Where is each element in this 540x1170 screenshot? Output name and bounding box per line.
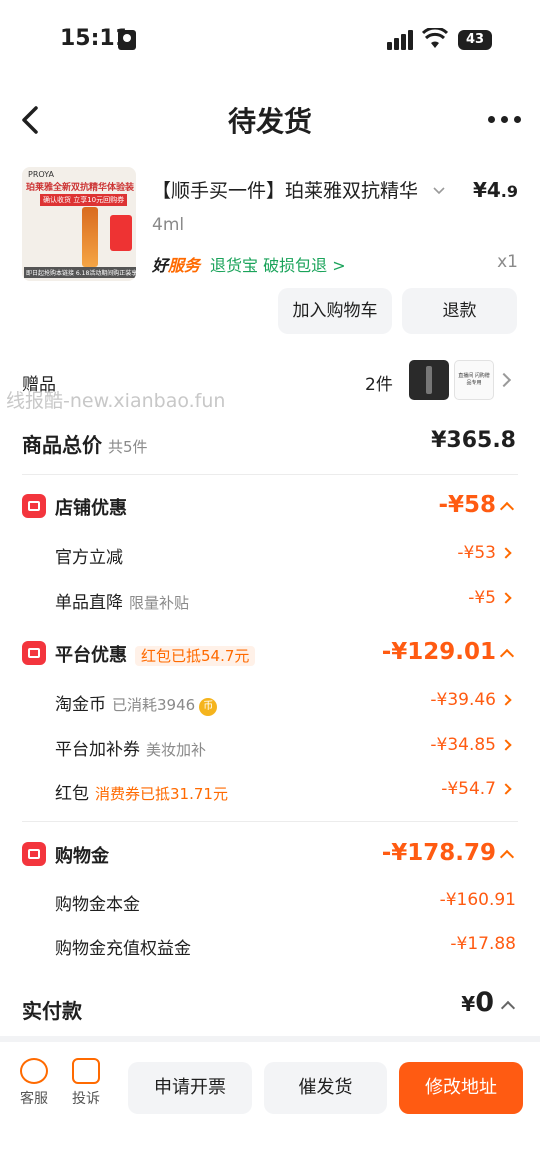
store-item-2-note: 限量补贴 (129, 594, 190, 612)
chevron-up-icon[interactable] (500, 1000, 516, 1016)
store-item-1-amount[interactable]: -¥53 (457, 543, 496, 563)
gold-item-1-label: 购物金本金 (55, 895, 140, 915)
platform-item-3-label: 红包 消费券已抵31.71元 (55, 784, 228, 804)
thumb-subline: 确认收货 立享10元回购券 (40, 194, 128, 206)
modify-address-button[interactable]: 修改地址 (399, 1062, 523, 1114)
price-symbol: ¥ (472, 178, 487, 202)
platform-item-2-label: 平台加补券 美妆加补 (55, 740, 207, 760)
battery-icon: 43 (458, 30, 492, 50)
product-price: ¥4.9 (473, 178, 518, 202)
thumb-tag: 即日起抢购本链接 6.18活动期间购正装享优惠 (24, 267, 136, 278)
shopping-gold-title: 购物金 (55, 846, 109, 867)
thumb-headline: 珀莱雅全新双抗精华体验装 (26, 183, 135, 193)
chevron-right-icon[interactable] (500, 592, 512, 604)
gold-item-2-label: 购物金充值权益金 (55, 939, 191, 959)
coupon-image (110, 215, 132, 251)
service-icon (20, 1058, 48, 1084)
platform-item-3-amount[interactable]: -¥54.7 (441, 779, 496, 799)
product-thumbnail[interactable]: PROYA 珀莱雅全新双抗精华体验装 确认收货 立享10元回购券 即日起抢购本链… (22, 167, 136, 281)
shopping-gold-amount[interactable]: -¥178.79 (382, 840, 496, 866)
platform-item-2-amount[interactable]: -¥34.85 (430, 735, 496, 755)
chevron-right-icon[interactable] (500, 783, 512, 795)
watermark: 线报酷-new.xianbao.fun (6, 390, 226, 412)
coin-icon: 币 (199, 698, 218, 716)
chevron-up-icon[interactable] (499, 501, 515, 517)
paid-symbol: ¥ (461, 992, 476, 1016)
chevron-down-icon[interactable] (432, 184, 446, 198)
service-label: 客服 (20, 1091, 48, 1107)
store-item-2-label: 单品直降 限量补贴 (55, 593, 190, 613)
store-icon (22, 494, 46, 518)
complaint-button[interactable]: 投诉 (66, 1058, 106, 1108)
platform-item-1-amount[interactable]: -¥39.46 (430, 690, 496, 710)
chevron-up-icon[interactable] (499, 648, 515, 664)
gift-count[interactable]: 2件 (365, 370, 393, 395)
paid-label: 实付款 (22, 999, 82, 1023)
status-bar: 15:11 43 (0, 0, 540, 80)
wallet-icon (22, 842, 46, 866)
refund-button[interactable]: 退款 (402, 288, 517, 334)
chevron-right-icon[interactable] (500, 547, 512, 559)
wifi-icon (422, 28, 448, 48)
signal-icon (387, 30, 415, 50)
good-service-logo: 好服务 (152, 256, 201, 275)
total-count: 共5件 (108, 438, 148, 456)
divider (22, 821, 518, 822)
urge-shipment-button[interactable]: 催发货 (264, 1062, 387, 1114)
gold-item-2-amount: -¥17.88 (450, 934, 516, 954)
platform-discount-amount[interactable]: -¥129.01 (382, 639, 496, 665)
product-quantity: x1 (497, 252, 518, 272)
chevron-right-icon[interactable] (500, 739, 512, 751)
thumb-brand: PROYA (28, 170, 54, 179)
price-dec: .9 (500, 182, 518, 201)
store-item-2-amount[interactable]: -¥5 (468, 588, 496, 608)
gift2-text: 直播间 闪购赠品专用 (458, 373, 490, 386)
gift-image-1[interactable] (409, 360, 449, 400)
total-label: 商品总价 共5件 (22, 433, 148, 457)
page-title: 待发货 (227, 105, 312, 138)
service-items: 退货宝 破损包退 > (210, 256, 346, 275)
store-discount-title: 店铺优惠 (55, 498, 127, 519)
platform-item-2-note: 美妆加补 (146, 741, 207, 759)
total-value: ¥365.8 (431, 428, 516, 453)
nav-bar: 待发货 (0, 90, 540, 150)
complaint-label: 投诉 (72, 1091, 100, 1107)
product-spec: 4ml (152, 215, 185, 235)
add-to-cart-button[interactable]: 加入购物车 (278, 288, 392, 334)
platform-icon (22, 641, 46, 665)
platform-item-3-note: 消费券已抵31.71元 (95, 785, 228, 803)
store-discount-amount[interactable]: -¥58 (438, 492, 496, 518)
complaint-icon (72, 1058, 100, 1084)
product-tube-image (82, 207, 98, 267)
id-card-icon (118, 30, 136, 50)
chevron-up-icon[interactable] (499, 849, 515, 865)
platform-item-1-note: 已消耗3946 (112, 696, 196, 714)
gold-item-1-amount: -¥160.91 (439, 890, 516, 910)
customer-service-button[interactable]: 客服 (14, 1058, 54, 1108)
bottom-action-bar: 客服 投诉 申请开票 催发货 修改地址 (0, 1036, 540, 1170)
divider (22, 474, 518, 475)
more-icon[interactable] (488, 116, 522, 124)
platform-discount-tag: 红包已抵54.7元 (135, 646, 256, 666)
store-item-1-label: 官方立减 (55, 548, 123, 568)
apply-invoice-button[interactable]: 申请开票 (128, 1062, 252, 1114)
chevron-right-icon[interactable] (496, 372, 512, 388)
platform-discount-title: 平台优惠 红包已抵54.7元 (55, 641, 256, 667)
paid-value[interactable]: ¥0 (461, 987, 494, 1018)
paid-amount: 0 (475, 987, 494, 1018)
product-name[interactable]: 【顺手买一件】珀莱雅双抗精华 (152, 176, 422, 203)
price-int: 4 (486, 178, 501, 202)
gift-image-2[interactable]: 直播间 闪购赠品专用 (454, 360, 494, 400)
chevron-right-icon[interactable] (500, 694, 512, 706)
service-guarantee[interactable]: 好服务 退货宝 破损包退 > (152, 252, 346, 276)
platform-item-1-label: 淘金币 已消耗3946 币 (55, 690, 218, 716)
